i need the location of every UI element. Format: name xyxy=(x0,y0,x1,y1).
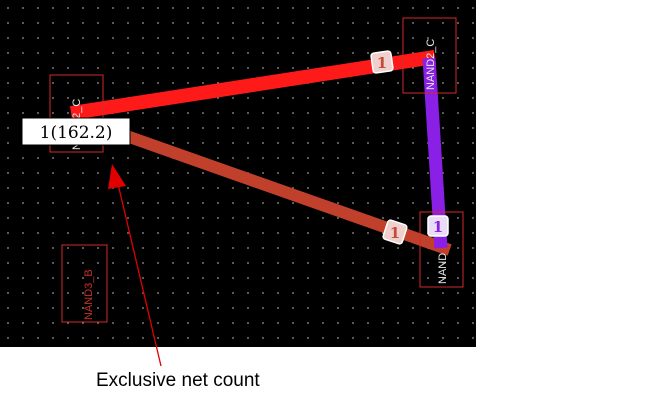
net-count-box: 1(162.2) xyxy=(21,117,131,146)
badge-top-wire: 1 xyxy=(370,50,394,74)
layout-figure: NAND2_C NAND2_C NAND3_B NAND 1 1 1 1(162… xyxy=(0,0,476,391)
cell-label-bottom-right: NAND xyxy=(437,253,449,284)
badge-vertical-wire-text: 1 xyxy=(433,218,443,236)
cell-label-bottom-left: NAND3_B xyxy=(83,269,95,320)
badge-top-wire-text: 1 xyxy=(377,54,387,72)
badge-diagonal-wire-text: 1 xyxy=(390,224,400,242)
cell-label-top-right: NAND2_C xyxy=(425,39,437,90)
net-count-text: 1(162.2) xyxy=(40,123,113,143)
annotation-caption: Exclusive net count xyxy=(96,370,260,391)
badge-vertical-wire: 1 xyxy=(427,215,449,237)
